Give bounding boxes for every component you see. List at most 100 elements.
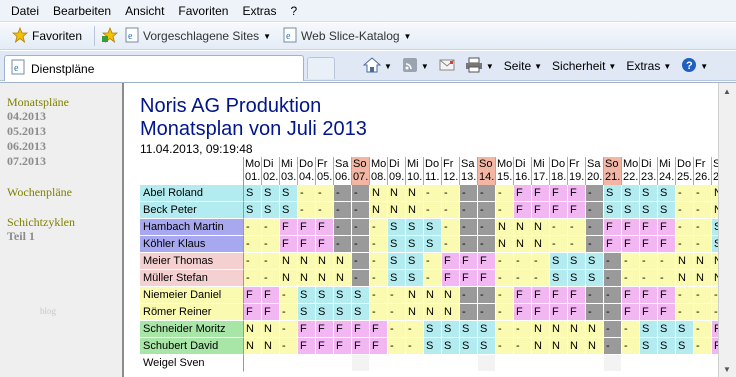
shift-cell[interactable]: - [694, 202, 712, 219]
shift-cell[interactable]: F [280, 236, 298, 253]
shift-cell[interactable]: F [316, 219, 334, 236]
shift-cell[interactable]: N [694, 253, 712, 270]
shift-cell[interactable]: F [262, 287, 280, 304]
shift-cell[interactable]: F [658, 219, 676, 236]
shift-cell[interactable]: S [316, 287, 334, 304]
shift-cell[interactable]: S [478, 338, 496, 355]
shift-cell[interactable]: F [298, 321, 316, 338]
shift-cell[interactable]: - [370, 287, 388, 304]
shift-cell[interactable]: F [640, 287, 658, 304]
shift-cell[interactable]: S [406, 236, 424, 253]
shift-cell[interactable]: F [514, 287, 532, 304]
shift-cell[interactable]: - [334, 202, 352, 219]
shift-cell[interactable]: - [496, 321, 514, 338]
shift-cell[interactable] [568, 355, 586, 372]
shift-cell[interactable]: - [478, 185, 496, 202]
shift-cell[interactable]: - [352, 253, 370, 270]
shift-cell[interactable]: S [604, 185, 622, 202]
shift-cell[interactable]: F [532, 287, 550, 304]
employee-name[interactable]: Hambach Martin [140, 219, 244, 236]
home-button[interactable]: ▼ [360, 54, 395, 78]
shift-cell[interactable]: - [496, 304, 514, 321]
shift-cell[interactable]: F [532, 202, 550, 219]
shift-cell[interactable]: - [262, 270, 280, 287]
shift-cell[interactable]: - [694, 219, 712, 236]
shift-cell[interactable]: - [694, 287, 712, 304]
shift-cell[interactable]: F [514, 185, 532, 202]
shift-cell[interactable]: - [496, 270, 514, 287]
shift-cell[interactable]: F [622, 219, 640, 236]
shift-cell[interactable]: - [676, 287, 694, 304]
shift-cell[interactable]: S [334, 304, 352, 321]
shift-cell[interactable]: N [586, 338, 604, 355]
shift-cell[interactable]: F [658, 236, 676, 253]
vertical-scrollbar[interactable]: ▲ ▼ [718, 83, 736, 377]
shift-cell[interactable]: - [388, 338, 406, 355]
shift-cell[interactable]: - [604, 338, 622, 355]
shift-cell[interactable]: S [478, 321, 496, 338]
shift-cell[interactable]: S [640, 321, 658, 338]
shift-cell[interactable]: - [514, 270, 532, 287]
shift-cell[interactable]: - [478, 287, 496, 304]
shift-cell[interactable]: F [334, 338, 352, 355]
shift-cell[interactable]: N [532, 219, 550, 236]
shift-cell[interactable]: S [406, 253, 424, 270]
shift-cell[interactable]: S [316, 304, 334, 321]
shift-cell[interactable]: N [532, 236, 550, 253]
shift-cell[interactable]: - [442, 236, 460, 253]
shift-cell[interactable]: S [568, 253, 586, 270]
shift-cell[interactable]: - [460, 236, 478, 253]
shift-cell[interactable] [514, 355, 532, 372]
shift-cell[interactable] [316, 355, 334, 372]
shift-cell[interactable]: N [316, 253, 334, 270]
shift-cell[interactable] [424, 355, 442, 372]
shift-cell[interactable]: - [424, 270, 442, 287]
shift-cell[interactable]: N [280, 270, 298, 287]
shift-cell[interactable]: N [388, 202, 406, 219]
shift-cell[interactable]: - [334, 185, 352, 202]
shift-cell[interactable]: - [424, 202, 442, 219]
shift-cell[interactable]: N [550, 338, 568, 355]
shift-cell[interactable] [694, 355, 712, 372]
shift-cell[interactable]: - [586, 219, 604, 236]
employee-name[interactable]: Römer Reiner [140, 304, 244, 321]
shift-cell[interactable] [550, 355, 568, 372]
shift-cell[interactable]: N [262, 321, 280, 338]
shift-cell[interactable]: S [658, 321, 676, 338]
shift-cell[interactable]: S [568, 270, 586, 287]
shift-cell[interactable]: N [676, 270, 694, 287]
shift-cell[interactable]: - [532, 270, 550, 287]
shift-cell[interactable] [388, 355, 406, 372]
shift-cell[interactable]: - [280, 304, 298, 321]
shift-cell[interactable] [658, 355, 676, 372]
shift-cell[interactable]: - [586, 304, 604, 321]
mail-button[interactable] [436, 54, 458, 78]
shift-cell[interactable]: S [388, 270, 406, 287]
shift-cell[interactable] [352, 355, 370, 372]
shift-cell[interactable]: F [370, 338, 388, 355]
shift-cell[interactable]: - [244, 219, 262, 236]
shift-cell[interactable]: F [352, 338, 370, 355]
shift-cell[interactable]: N [532, 338, 550, 355]
shift-cell[interactable]: F [460, 253, 478, 270]
shift-cell[interactable]: F [568, 202, 586, 219]
month-link[interactable]: 04.2013 [7, 109, 122, 124]
shift-cell[interactable]: F [316, 338, 334, 355]
shift-cell[interactable]: F [622, 236, 640, 253]
shift-cell[interactable] [298, 355, 316, 372]
shift-cell[interactable]: F [352, 321, 370, 338]
shift-cell[interactable]: - [370, 304, 388, 321]
shift-cell[interactable]: - [676, 304, 694, 321]
shift-cell[interactable]: F [316, 236, 334, 253]
shift-cell[interactable]: - [460, 304, 478, 321]
suggested-sites-button[interactable]: e Vorgeschlagene Sites ▼ [119, 25, 277, 47]
shift-cell[interactable]: S [298, 287, 316, 304]
shift-cell[interactable]: - [694, 236, 712, 253]
shift-cell[interactable]: S [244, 202, 262, 219]
shift-cell[interactable]: F [460, 270, 478, 287]
shift-cell[interactable]: - [334, 219, 352, 236]
shift-cell[interactable]: - [244, 253, 262, 270]
shift-cell[interactable] [478, 355, 496, 372]
shift-cell[interactable]: - [676, 185, 694, 202]
shift-cell[interactable]: N [442, 287, 460, 304]
